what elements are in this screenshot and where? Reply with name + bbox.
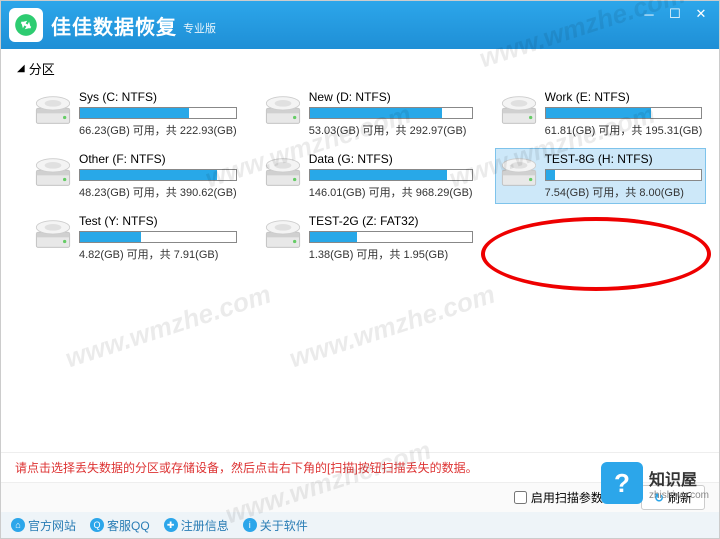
disk-icon (263, 90, 303, 130)
drive-name: TEST-8G (H: NTFS) (545, 152, 703, 166)
drive-item[interactable]: Work (E: NTFS) 61.81(GB) 可用，共 195.31(GB) (495, 86, 707, 142)
drive-name: Test (Y: NTFS) (79, 214, 237, 228)
enable-scan-params-input[interactable] (514, 491, 527, 504)
title-bar: 佳佳数据恢复 专业版 ─ ☐ ✕ (1, 1, 719, 49)
brand-url: zhishiwu.com (649, 490, 709, 501)
drive-usage-text: 61.81(GB) 可用，共 195.31(GB) (545, 122, 703, 138)
brand-watermark: ? 知识屋 zhishiwu.com (601, 462, 709, 504)
drive-usage-bar (309, 107, 473, 119)
drive-item[interactable]: Sys (C: NTFS) 66.23(GB) 可用，共 222.93(GB) (29, 86, 241, 142)
section-label: 分区 (29, 59, 55, 78)
drive-usage-bar (79, 231, 237, 243)
app-title: 佳佳数据恢复 (51, 11, 177, 40)
drive-name: New (D: NTFS) (309, 90, 473, 104)
disk-icon (263, 152, 303, 192)
drive-usage-bar (79, 107, 237, 119)
disk-icon (499, 152, 539, 192)
drive-name: Sys (C: NTFS) (79, 90, 237, 104)
drive-name: TEST-2G (Z: FAT32) (309, 214, 473, 228)
disk-icon (33, 90, 73, 130)
info-icon: i (243, 518, 257, 532)
main-content: ◢ 分区 Sys (C: NTFS) 66.23(GB) 可用，共 222.93(… (1, 49, 719, 477)
app-subtitle: 专业版 (183, 20, 216, 36)
drive-item[interactable]: TEST-8G (H: NTFS) 7.54(GB) 可用，共 8.00(GB) (495, 148, 707, 204)
drive-item[interactable]: Data (G: NTFS) 146.01(GB) 可用，共 968.29(GB) (259, 148, 477, 204)
drive-usage-text: 7.54(GB) 可用，共 8.00(GB) (545, 184, 703, 200)
footer-site[interactable]: ⌂官方网站 (11, 517, 76, 534)
maximize-button[interactable]: ☐ (663, 5, 687, 23)
footer-bar: ⌂官方网站 Q客服QQ ✚注册信息 i关于软件 (1, 512, 719, 538)
drive-item[interactable]: New (D: NTFS) 53.03(GB) 可用，共 292.97(GB) (259, 86, 477, 142)
drive-usage-text: 146.01(GB) 可用，共 968.29(GB) (309, 184, 473, 200)
app-logo-icon (9, 8, 43, 42)
drive-usage-bar (545, 169, 703, 181)
drive-name: Work (E: NTFS) (545, 90, 703, 104)
disk-icon (33, 214, 73, 254)
disk-icon (499, 90, 539, 130)
qq-icon: Q (90, 518, 104, 532)
disk-icon (263, 214, 303, 254)
drive-usage-bar (309, 169, 473, 181)
drive-usage-bar (309, 231, 473, 243)
footer-qq[interactable]: Q客服QQ (90, 517, 150, 534)
disk-icon (33, 152, 73, 192)
minimize-button[interactable]: ─ (637, 5, 661, 23)
key-icon: ✚ (164, 518, 178, 532)
section-partitions[interactable]: ◢ 分区 (17, 59, 703, 78)
drive-usage-bar (79, 169, 237, 181)
drive-usage-text: 53.03(GB) 可用，共 292.97(GB) (309, 122, 473, 138)
brand-name: 知识屋 (649, 466, 709, 490)
drive-usage-text: 1.38(GB) 可用，共 1.95(GB) (309, 246, 473, 262)
drive-usage-bar (545, 107, 703, 119)
brand-icon: ? (601, 462, 643, 504)
collapse-icon: ◢ (17, 63, 25, 74)
drive-usage-text: 4.82(GB) 可用，共 7.91(GB) (79, 246, 237, 262)
drive-usage-text: 66.23(GB) 可用，共 222.93(GB) (79, 122, 237, 138)
drive-name: Data (G: NTFS) (309, 152, 473, 166)
close-button[interactable]: ✕ (689, 5, 713, 23)
footer-about[interactable]: i关于软件 (243, 517, 308, 534)
drive-usage-text: 48.23(GB) 可用，共 390.62(GB) (79, 184, 237, 200)
drive-name: Other (F: NTFS) (79, 152, 237, 166)
drive-item[interactable]: Test (Y: NTFS) 4.82(GB) 可用，共 7.91(GB) (29, 210, 241, 266)
home-icon: ⌂ (11, 518, 25, 532)
drive-item[interactable]: Other (F: NTFS) 48.23(GB) 可用，共 390.62(GB) (29, 148, 241, 204)
footer-reg[interactable]: ✚注册信息 (164, 517, 229, 534)
drive-item[interactable]: TEST-2G (Z: FAT32) 1.38(GB) 可用，共 1.95(GB) (259, 210, 477, 266)
